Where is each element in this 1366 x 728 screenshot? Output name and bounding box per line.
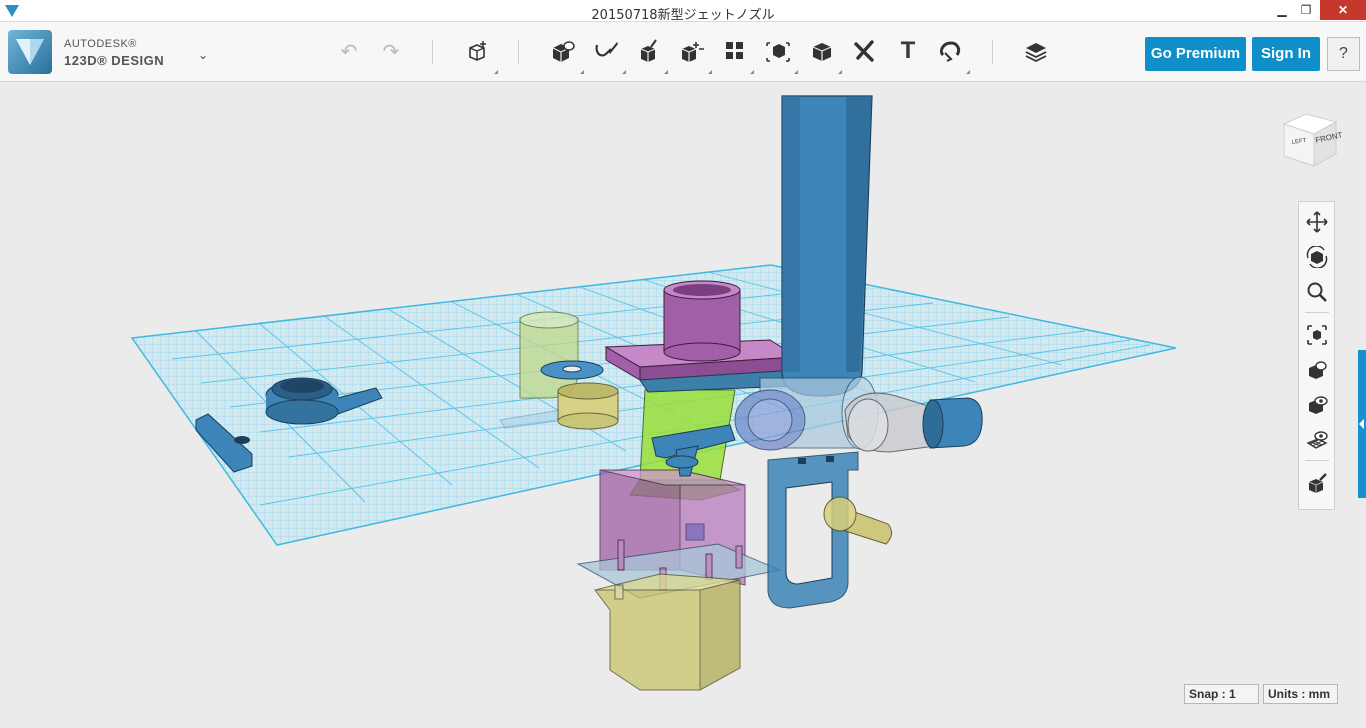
brand-name: AUTODESK® — [64, 38, 137, 50]
zoom-icon[interactable] — [1302, 277, 1332, 307]
window-titlebar: 20150718新型ジェットノズル ▁ ❐ ✕ — [0, 0, 1366, 23]
dropdown-caret-icon — [708, 70, 712, 74]
visibility-icon[interactable] — [1302, 390, 1332, 420]
toolbar-divider — [432, 40, 433, 64]
3d-viewport[interactable]: LEFT FRONT — [0, 83, 1366, 728]
part-purple-cylinder[interactable] — [663, 280, 741, 362]
dropdown-caret-icon — [838, 70, 842, 74]
redo-button[interactable]: ↷ — [376, 36, 406, 66]
modify-icon[interactable] — [677, 36, 707, 66]
text-icon[interactable]: T — [893, 36, 923, 66]
part-yellow-box[interactable] — [594, 573, 741, 691]
dropdown-caret-icon — [580, 70, 584, 74]
transform-icon[interactable] — [463, 36, 493, 66]
grid-visibility-icon[interactable] — [1302, 425, 1332, 455]
window-title: 20150718新型ジェットノズル — [591, 8, 775, 23]
units-status[interactable]: Units : mm — [1263, 684, 1338, 704]
sign-in-button[interactable]: Sign In — [1252, 37, 1320, 71]
maximize-button[interactable]: ❐ — [1292, 0, 1320, 20]
snap-status[interactable]: Snap : 1 — [1184, 684, 1259, 704]
scene-canvas[interactable] — [0, 83, 1366, 728]
close-button[interactable]: ✕ — [1320, 0, 1366, 20]
navigation-bar — [1298, 201, 1335, 510]
dropdown-caret-icon — [622, 70, 626, 74]
construct-icon[interactable] — [634, 36, 664, 66]
part-yellow-ring[interactable] — [557, 382, 619, 430]
measure-icon[interactable] — [850, 36, 880, 66]
sketch-icon[interactable] — [591, 36, 621, 66]
toolbar-divider — [992, 40, 993, 64]
dropdown-caret-icon — [750, 70, 754, 74]
toolbar-divider — [518, 40, 519, 64]
pan-icon[interactable] — [1302, 207, 1332, 237]
material-preview-icon[interactable] — [1302, 468, 1332, 498]
part-blue-short-pipe[interactable] — [922, 397, 983, 449]
combine-icon[interactable] — [807, 36, 837, 66]
material-icon[interactable] — [1021, 36, 1051, 66]
pattern-icon[interactable] — [720, 36, 750, 66]
undo-button[interactable]: ↶ — [334, 36, 364, 66]
snap-icon[interactable] — [935, 36, 965, 66]
app-menu-logo-icon[interactable] — [8, 30, 52, 74]
dropdown-caret-icon — [794, 70, 798, 74]
dropdown-caret-icon — [966, 70, 970, 74]
view-mode-icon[interactable] — [1302, 355, 1332, 385]
orbit-icon[interactable] — [1302, 242, 1332, 272]
fit-icon[interactable] — [1302, 320, 1332, 350]
primitives-icon[interactable] — [548, 36, 578, 66]
dropdown-caret-icon — [494, 70, 498, 74]
main-toolbar: AUTODESK® 123D® DESIGN ⌄ ↶ ↷ T Go Premiu… — [0, 22, 1366, 82]
help-button[interactable]: ? — [1327, 37, 1360, 71]
dropdown-caret-icon — [664, 70, 668, 74]
go-premium-button[interactable]: Go Premium — [1145, 37, 1246, 71]
part-blue-tall-pipe[interactable] — [781, 95, 873, 397]
app-menu-chevron-icon[interactable]: ⌄ — [198, 48, 208, 62]
side-panel-arrow-icon[interactable] — [1359, 419, 1364, 429]
group-icon[interactable] — [763, 36, 793, 66]
viewcube[interactable]: LEFT FRONT — [1276, 104, 1342, 170]
product-name: 123D® DESIGN — [64, 53, 165, 68]
part-washer[interactable] — [540, 360, 604, 380]
